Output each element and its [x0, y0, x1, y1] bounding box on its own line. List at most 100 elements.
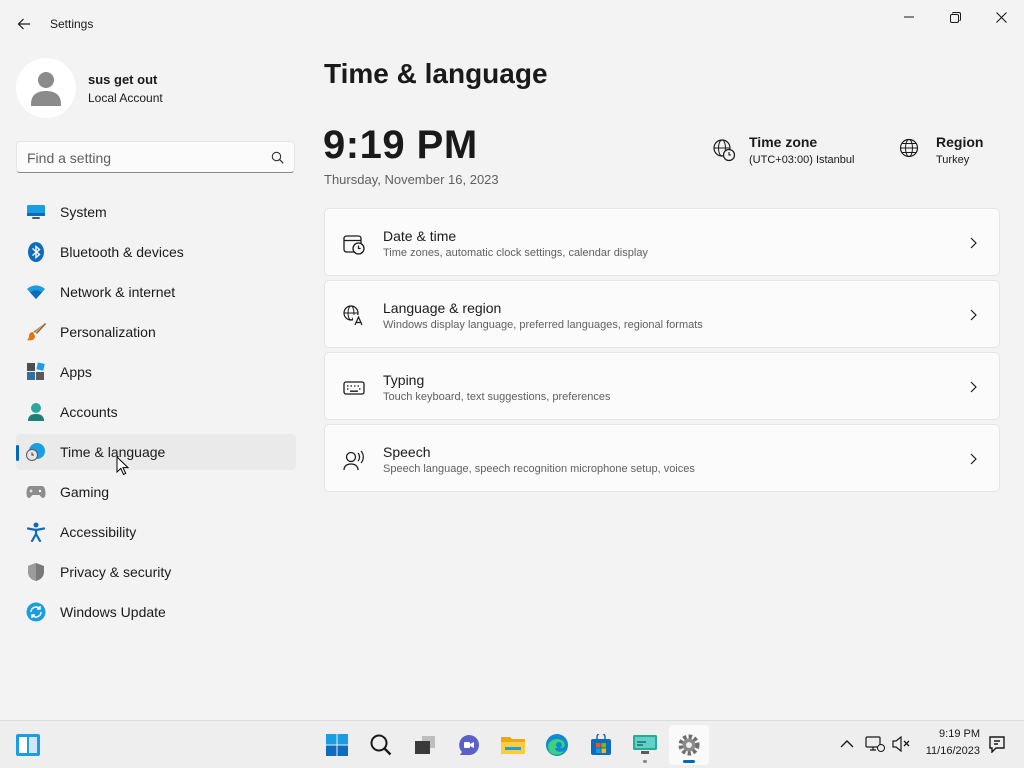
task-view-button[interactable] [405, 725, 445, 765]
file-explorer-button[interactable] [493, 725, 533, 765]
time-zone-info[interactable]: Time zone (UTC+03:00) Istanbul [712, 132, 872, 176]
notifications-button[interactable] [986, 733, 1008, 755]
sidebar-item-label: Windows Update [60, 604, 166, 620]
sidebar-item-label: Bluetooth & devices [60, 244, 184, 260]
region-value: Turkey [936, 154, 970, 166]
region-title: Region [936, 134, 984, 150]
notification-icon [989, 736, 1005, 753]
brush-icon [26, 322, 46, 342]
tray-overflow-button[interactable] [836, 733, 858, 755]
taskbar-search-button[interactable] [361, 725, 401, 765]
minimize-button[interactable] [886, 2, 932, 32]
card-title: Typing [383, 372, 425, 388]
shield-icon [26, 562, 46, 582]
chevron-up-icon [840, 740, 854, 748]
sidebar-item-personalization[interactable]: Personalization [16, 314, 296, 350]
current-time: 9:19 PM [323, 123, 478, 167]
card-subtitle: Windows display language, preferred lang… [383, 319, 703, 331]
search-input[interactable] [27, 148, 257, 168]
calendar-clock-icon [343, 235, 365, 255]
chevron-right-icon [970, 309, 977, 321]
speech-icon [343, 450, 364, 471]
edge-button[interactable] [537, 725, 577, 765]
search-box[interactable] [16, 141, 295, 173]
language-region-card[interactable]: Language & region Windows display langua… [324, 280, 1000, 348]
sidebar-item-gaming[interactable]: Gaming [16, 474, 296, 510]
sidebar-item-label: Privacy & security [60, 564, 172, 580]
wifi-icon [26, 282, 46, 302]
close-icon [995, 11, 1007, 23]
widgets-icon [16, 734, 40, 756]
time-zone-title: Time zone [749, 134, 818, 150]
widgets-button[interactable] [8, 725, 48, 765]
settings-taskbar-button[interactable] [669, 725, 709, 765]
sidebar-item-apps[interactable]: Apps [16, 354, 296, 390]
language-icon [343, 305, 364, 326]
chat-icon [459, 735, 479, 755]
back-arrow-icon [17, 18, 30, 30]
search-icon [271, 151, 284, 164]
sidebar-item-accounts[interactable]: Accounts [16, 394, 296, 430]
remote-desktop-button[interactable] [625, 725, 665, 765]
close-button[interactable] [978, 2, 1024, 32]
card-title: Date & time [383, 228, 457, 244]
chevron-right-icon [970, 237, 977, 249]
store-button[interactable] [581, 725, 621, 765]
maximize-button[interactable] [932, 2, 978, 32]
sidebar-item-privacy[interactable]: Privacy & security [16, 554, 296, 590]
sidebar-item-windows-update[interactable]: Windows Update [16, 594, 296, 630]
app-title: Settings [50, 17, 94, 31]
sidebar-nav: System Bluetooth & devices Network & int… [16, 194, 296, 634]
gamepad-icon [26, 482, 46, 502]
store-icon [591, 734, 611, 755]
speech-card[interactable]: Speech Speech language, speech recogniti… [324, 424, 1000, 492]
file-explorer-icon [501, 737, 525, 754]
chevron-right-icon [970, 381, 977, 393]
sidebar-item-system[interactable]: System [16, 194, 296, 230]
network-tray-button[interactable] [864, 733, 886, 755]
card-subtitle: Speech language, speech recognition micr… [383, 463, 695, 475]
card-subtitle: Time zones, automatic clock settings, ca… [383, 247, 648, 259]
sidebar-item-label: Accessibility [60, 524, 137, 540]
person-icon [26, 402, 46, 422]
sidebar-item-label: Gaming [60, 484, 110, 500]
mouse-cursor-icon [116, 456, 130, 476]
globe-clock-icon [26, 442, 46, 462]
sidebar-item-bluetooth[interactable]: Bluetooth & devices [16, 234, 296, 270]
region-info[interactable]: Region Turkey [899, 132, 1009, 176]
chat-button[interactable] [449, 725, 489, 765]
globe-clock-icon [713, 139, 736, 162]
time-zone-value: (UTC+03:00) Istanbul [749, 154, 855, 166]
edge-icon [546, 734, 568, 756]
card-title: Speech [383, 444, 431, 460]
typing-card[interactable]: Typing Touch keyboard, text suggestions,… [324, 352, 1000, 420]
avatar[interactable] [16, 58, 76, 118]
user-icon [31, 72, 61, 106]
taskbar-date[interactable]: 11/16/2023 [912, 745, 980, 757]
taskbar: 9:19 PM 11/16/2023 [0, 720, 1024, 768]
update-icon [26, 602, 46, 622]
sidebar-item-network[interactable]: Network & internet [16, 274, 296, 310]
sidebar-item-time-language[interactable]: Time & language [16, 434, 296, 470]
apps-icon [26, 362, 46, 382]
page-title: Time & language [324, 58, 548, 89]
start-button[interactable] [317, 725, 357, 765]
remote-desktop-icon [633, 735, 657, 754]
chevron-right-icon [970, 453, 977, 465]
card-subtitle: Touch keyboard, text suggestions, prefer… [383, 391, 611, 403]
account-type: Local Account [88, 91, 163, 105]
taskbar-time[interactable]: 9:19 PM [920, 728, 980, 740]
sidebar-item-label: Network & internet [60, 284, 176, 300]
volume-tray-button[interactable] [890, 733, 912, 755]
account-name: sus get out [88, 72, 158, 87]
back-button[interactable] [10, 10, 38, 38]
sidebar-item-label: Time & language [60, 444, 166, 460]
sidebar-item-label: Personalization [60, 324, 156, 340]
selection-indicator [16, 445, 19, 461]
accessibility-icon [26, 522, 46, 542]
keyboard-icon [343, 381, 365, 395]
sidebar-item-label: System [60, 204, 107, 220]
sidebar-item-accessibility[interactable]: Accessibility [16, 514, 296, 550]
date-time-card[interactable]: Date & time Time zones, automatic clock … [324, 208, 1000, 276]
sidebar-item-label: Apps [60, 364, 92, 380]
